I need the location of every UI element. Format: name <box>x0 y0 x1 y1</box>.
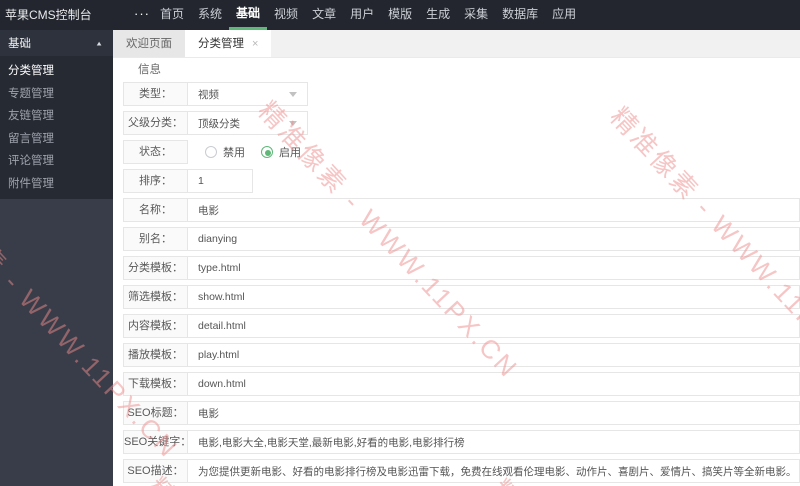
content-template-label: 内容模板： <box>123 314 188 338</box>
nav-item-video[interactable]: 视频 <box>267 0 305 30</box>
nav-item-generate[interactable]: 生成 <box>419 0 457 30</box>
name-label: 名称： <box>123 198 188 222</box>
category-template-label: 分类模板： <box>123 256 188 280</box>
category-form: 类型： 视频 父级分类： 顶级分类 状态： 禁用 启用 排序： 1 名称： 电影… <box>113 82 800 483</box>
radio-disabled[interactable]: 禁用 <box>205 144 245 160</box>
seo-description-input[interactable] <box>188 461 799 481</box>
sidebar-item-links[interactable]: 友链管理 <box>0 105 113 128</box>
seo-title-input[interactable] <box>188 403 799 423</box>
sidebar-item-topic[interactable]: 专题管理 <box>0 83 113 106</box>
sidebar-menu: 分类管理 专题管理 友链管理 留言管理 评论管理 附件管理 <box>0 56 113 199</box>
sidebar-group-label: 基础 <box>8 38 31 50</box>
main-content: 欢迎页面 分类管理 × 信息 类型： 视频 父级分类： 顶级分类 状态： 禁用 … <box>113 30 800 486</box>
category-template-input[interactable] <box>188 258 799 278</box>
seo-title-label: SEO标题： <box>123 401 188 425</box>
alias-input[interactable] <box>188 229 799 249</box>
form-row-category-template: 分类模板： <box>123 256 800 280</box>
type-label: 类型： <box>123 82 188 106</box>
nav-item-basic[interactable]: 基础 <box>229 0 268 30</box>
sort-label: 排序： <box>123 169 188 193</box>
seo-keywords-field <box>188 430 800 454</box>
seo-keywords-label: SEO关键字： <box>123 430 188 454</box>
form-row-filter-template: 筛选模板： <box>123 285 800 309</box>
sort-field <box>188 169 253 193</box>
status-label: 状态： <box>123 140 188 164</box>
tab-bar: 欢迎页面 分类管理 × <box>113 30 800 58</box>
seo-keywords-input[interactable] <box>188 432 799 452</box>
radio-checked-icon <box>261 146 273 158</box>
form-row-seo-keywords: SEO关键字： <box>123 430 800 454</box>
type-select[interactable]: 视频 <box>188 82 308 106</box>
nav-item-article[interactable]: 文章 <box>305 0 343 30</box>
form-row-sort: 排序： <box>123 169 800 193</box>
close-icon[interactable]: × <box>252 38 258 50</box>
type-select-value: 视频 <box>198 88 219 101</box>
category-template-field <box>188 256 800 280</box>
sidebar-item-attachment[interactable]: 附件管理 <box>0 173 113 196</box>
form-row-alias: 别名： <box>123 227 800 251</box>
sidebar-group-basic[interactable]: 基础 ▲ <box>0 30 113 56</box>
filter-template-field <box>188 285 800 309</box>
chevron-down-icon <box>289 120 297 126</box>
seo-title-field <box>188 401 800 425</box>
sort-input[interactable] <box>188 171 252 191</box>
panel-title: 信息 <box>138 64 161 76</box>
play-template-label: 播放模板： <box>123 343 188 367</box>
content-template-input[interactable] <box>188 316 799 336</box>
tab-category[interactable]: 分类管理 × <box>185 30 272 57</box>
sidebar-item-message[interactable]: 留言管理 <box>0 128 113 151</box>
nav-item-user[interactable]: 用户 <box>343 0 381 30</box>
nav-item-app[interactable]: 应用 <box>545 0 583 30</box>
parent-select[interactable]: 顶级分类 <box>188 111 308 135</box>
sidebar-item-category[interactable]: 分类管理 <box>0 60 113 83</box>
filter-template-input[interactable] <box>188 287 799 307</box>
form-row-status: 状态： 禁用 启用 <box>123 140 800 164</box>
nav-item-database[interactable]: 数据库 <box>495 0 545 30</box>
app-title: 苹果CMS控制台 <box>5 8 92 22</box>
form-row-seo-title: SEO标题： <box>123 401 800 425</box>
form-row-type: 类型： 视频 <box>123 82 800 106</box>
down-template-input[interactable] <box>188 374 799 394</box>
form-row-name: 名称： <box>123 198 800 222</box>
seo-description-label: SEO描述： <box>123 459 188 483</box>
radio-enabled-label: 启用 <box>279 147 301 159</box>
sidebar-item-comment[interactable]: 评论管理 <box>0 150 113 173</box>
parent-label: 父级分类： <box>123 111 188 135</box>
top-navbar: 苹果CMS控制台 ··· 首页 系统 基础 视频 文章 用户 模版 生成 采集 … <box>0 0 800 30</box>
form-row-down-template: 下载模板： <box>123 372 800 396</box>
more-icon[interactable]: ··· <box>131 0 153 30</box>
filter-template-label: 筛选模板： <box>123 285 188 309</box>
down-template-field <box>188 372 800 396</box>
tab-category-label: 分类管理 <box>198 38 244 50</box>
alias-label: 别名： <box>123 227 188 251</box>
name-field <box>188 198 800 222</box>
parent-select-value: 顶级分类 <box>198 117 240 130</box>
form-row-seo-description: SEO描述： <box>123 459 800 483</box>
name-input[interactable] <box>188 200 799 220</box>
radio-icon <box>205 146 217 158</box>
form-row-content-template: 内容模板： <box>123 314 800 338</box>
down-template-label: 下载模板： <box>123 372 188 396</box>
nav-item-home[interactable]: 首页 <box>153 0 191 30</box>
form-row-play-template: 播放模板： <box>123 343 800 367</box>
collapse-up-icon: ▲ <box>95 39 103 47</box>
alias-field <box>188 227 800 251</box>
radio-disabled-label: 禁用 <box>223 147 245 159</box>
status-radio-group: 禁用 启用 <box>188 140 317 164</box>
chevron-down-icon <box>289 91 297 97</box>
nav-item-template[interactable]: 模版 <box>381 0 419 30</box>
play-template-input[interactable] <box>188 345 799 365</box>
form-row-parent: 父级分类： 顶级分类 <box>123 111 800 135</box>
sidebar: 基础 ▲ 分类管理 专题管理 友链管理 留言管理 评论管理 附件管理 <box>0 30 113 486</box>
play-template-field <box>188 343 800 367</box>
radio-enabled[interactable]: 启用 <box>261 144 301 160</box>
nav-item-system[interactable]: 系统 <box>191 0 229 30</box>
content-template-field <box>188 314 800 338</box>
tab-welcome[interactable]: 欢迎页面 <box>113 30 185 57</box>
seo-description-field <box>188 459 800 483</box>
nav-item-collect[interactable]: 采集 <box>457 0 495 30</box>
